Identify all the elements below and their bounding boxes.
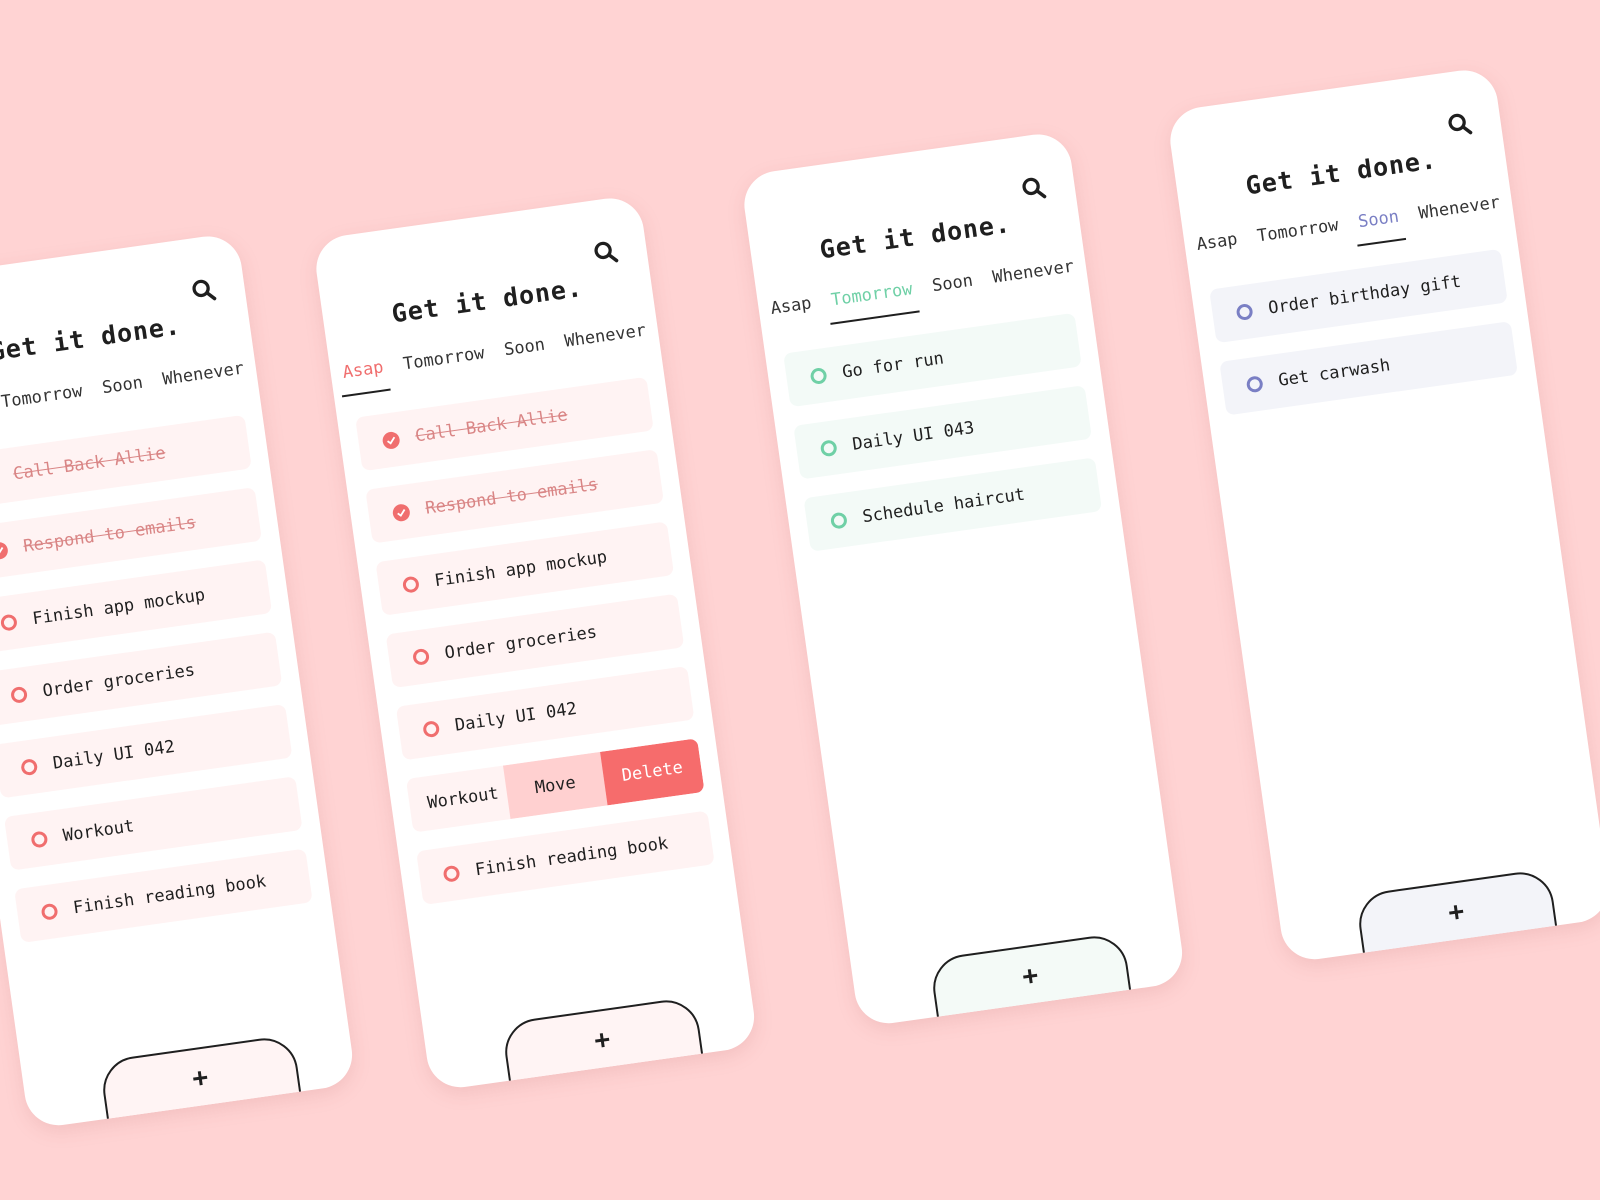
tab-asap[interactable]: Asap xyxy=(337,356,391,398)
tab-tomorrow[interactable]: Tomorrow xyxy=(398,343,492,389)
unchecked-circle-icon[interactable] xyxy=(442,864,461,883)
move-button[interactable]: Move xyxy=(502,751,608,820)
task-label: Respond to emails xyxy=(424,474,600,519)
unchecked-circle-icon[interactable] xyxy=(0,613,18,632)
unchecked-circle-icon[interactable] xyxy=(829,511,848,530)
task-list: Call Back Allie Respond to emails Finish… xyxy=(0,414,315,962)
add-task-button[interactable]: + xyxy=(1354,868,1562,964)
unchecked-circle-icon[interactable] xyxy=(412,647,431,666)
task-label: Finish reading book xyxy=(473,833,670,881)
task-label: Go for run xyxy=(840,348,946,383)
unchecked-circle-icon[interactable] xyxy=(1235,302,1254,322)
phone-screen-1: Get it done. Asap Tomorrow Soon Whenever… xyxy=(0,232,357,1130)
task-label: Finish app mockup xyxy=(433,547,609,592)
task-label: Respond to emails xyxy=(22,512,198,557)
task-label: Get carwash xyxy=(1277,355,1392,391)
task-label: Workout xyxy=(61,816,136,847)
task-list: Go for run Daily UI 043 Schedule haircut xyxy=(783,312,1105,571)
search-icon[interactable] xyxy=(1019,174,1048,203)
task-label: Call Back Allie xyxy=(11,443,167,485)
tab-whenever[interactable]: Whenever xyxy=(1413,192,1507,238)
tab-asap[interactable]: Asap xyxy=(1191,229,1244,269)
task-label: Daily UI 042 xyxy=(453,698,579,736)
task-label: Call Back Allie xyxy=(413,405,569,447)
task-label: Order groceries xyxy=(443,622,599,664)
task-label: Order birthday gift xyxy=(1266,271,1463,319)
delete-button[interactable]: Delete xyxy=(600,738,705,806)
task-label: Workout xyxy=(426,783,500,814)
unchecked-circle-icon[interactable] xyxy=(20,758,39,777)
add-task-button[interactable]: + xyxy=(928,932,1136,1028)
search-icon[interactable] xyxy=(591,238,620,267)
swipe-actions: Move Delete xyxy=(502,738,705,820)
search-icon[interactable] xyxy=(1445,110,1474,139)
tab-whenever[interactable]: Whenever xyxy=(559,320,653,366)
unchecked-circle-icon[interactable] xyxy=(809,366,828,386)
tab-whenever[interactable]: Whenever xyxy=(987,256,1081,302)
tab-soon[interactable]: Soon xyxy=(97,372,150,412)
tab-soon[interactable]: Soon xyxy=(927,270,980,310)
task-label: Daily UI 042 xyxy=(51,736,177,774)
phone-screen-2: Get it done. Asap Tomorrow Soon Whenever… xyxy=(312,194,759,1092)
tab-soon[interactable]: Soon xyxy=(1352,206,1407,247)
checked-icon[interactable] xyxy=(391,502,411,522)
phone-screen-4: Get it done. Asap Tomorrow Soon Whenever… xyxy=(1166,66,1600,964)
task-label: Finish app mockup xyxy=(31,585,207,630)
unchecked-circle-icon[interactable] xyxy=(40,902,59,921)
task-label: Finish reading book xyxy=(71,871,268,919)
tab-tomorrow[interactable]: Tomorrow xyxy=(1252,215,1346,261)
tab-soon[interactable]: Soon xyxy=(499,334,552,374)
phone-screen-3: Get it done. Asap Tomorrow Soon Whenever… xyxy=(740,130,1187,1028)
tab-whenever[interactable]: Whenever xyxy=(157,358,251,404)
add-task-button[interactable]: + xyxy=(500,996,708,1092)
task-label: Daily UI 043 xyxy=(851,417,976,455)
task-list: Order birthday gift Get carwash xyxy=(1209,248,1520,434)
task-label: Schedule haircut xyxy=(861,484,1027,528)
unchecked-circle-icon[interactable] xyxy=(30,830,49,849)
unchecked-circle-icon[interactable] xyxy=(1245,375,1264,394)
unchecked-circle-icon[interactable] xyxy=(401,575,420,594)
unchecked-circle-icon[interactable] xyxy=(10,685,29,704)
checked-icon[interactable] xyxy=(381,430,401,450)
search-icon[interactable] xyxy=(189,276,218,305)
task-label: Order groceries xyxy=(41,660,197,702)
unchecked-circle-icon[interactable] xyxy=(422,720,441,739)
tab-tomorrow[interactable]: Tomorrow xyxy=(825,278,920,325)
tab-tomorrow[interactable]: Tomorrow xyxy=(0,381,90,427)
unchecked-circle-icon[interactable] xyxy=(819,439,838,458)
add-task-button[interactable]: + xyxy=(98,1034,306,1130)
tab-asap[interactable]: Asap xyxy=(765,293,818,333)
checked-icon[interactable] xyxy=(0,540,9,560)
task-list: Call Back Allie Respond to emails Finish… xyxy=(355,376,717,924)
